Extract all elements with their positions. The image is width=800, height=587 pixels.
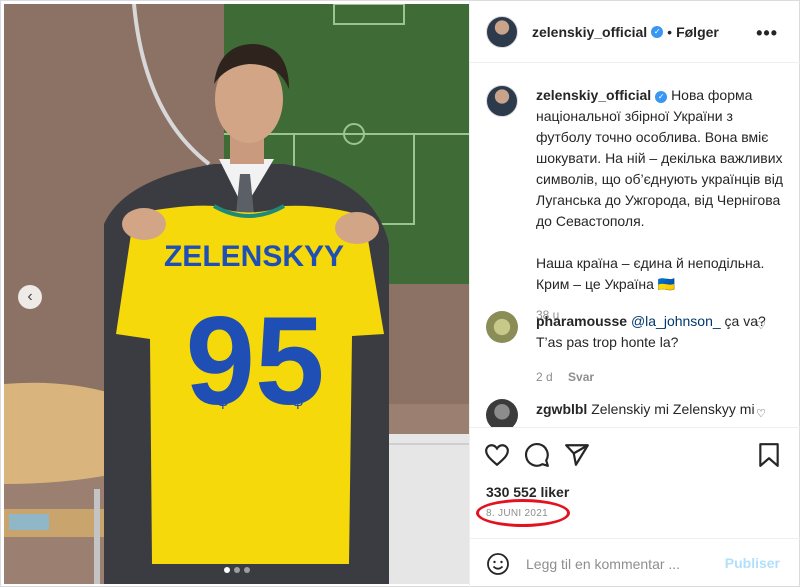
header-separator: •	[667, 23, 673, 40]
comment-item: pharamousse @la_johnson_ ça va? T’as pas…	[486, 311, 786, 388]
heart-icon[interactable]	[484, 442, 510, 468]
heart-icon[interactable]: ♡	[756, 407, 766, 420]
comments-list[interactable]: zelenskiy_official ✓ Нова форма національ…	[470, 63, 800, 427]
carousel-dot[interactable]	[244, 567, 250, 573]
avatar[interactable]	[486, 399, 518, 427]
jersey-number: 95	[185, 292, 324, 431]
chevron-left-icon: ‹	[27, 288, 33, 305]
caption-username[interactable]: zelenskiy_official	[536, 87, 651, 103]
comment-icon[interactable]	[524, 442, 550, 468]
post-header: zelenskiy_official ✓ • Følger •••	[470, 1, 800, 63]
more-icon[interactable]: •••	[756, 23, 778, 44]
comment-item: zgwblbl Zelenskiy mi Zelenskyy mi ♡	[486, 399, 786, 427]
comment-meta: 2 d Svar	[536, 367, 766, 388]
action-icons	[484, 442, 590, 468]
verified-icon: ✓	[655, 91, 668, 103]
header-username[interactable]: zelenskiy_official	[532, 24, 647, 40]
comment-input[interactable]	[526, 555, 716, 572]
caption-text: Нова форма національної збірної України …	[536, 87, 783, 292]
carousel-prev-button[interactable]: ‹	[18, 285, 42, 309]
comment-mention[interactable]: @la_johnson_	[631, 313, 721, 329]
heart-icon[interactable]: ♡	[756, 319, 766, 332]
post-date[interactable]: 8. JUNI 2021	[486, 508, 548, 519]
comment-username[interactable]: zgwblbl	[536, 401, 587, 417]
carousel-dots	[224, 567, 250, 573]
add-comment-bar: Publiser	[470, 538, 800, 587]
avatar[interactable]	[486, 15, 518, 48]
bookmark-icon[interactable]	[756, 442, 782, 468]
publish-button[interactable]: Publiser	[725, 555, 780, 571]
emoji-icon[interactable]	[486, 552, 510, 576]
post-caption: zelenskiy_official ✓ Нова форма національ…	[486, 85, 786, 326]
post-photo[interactable]: Ψ Ψ ZELENSKYY 95 ‹	[4, 4, 469, 584]
jersey-name: ZELENSKYY	[164, 240, 344, 273]
carousel-dot[interactable]	[234, 567, 240, 573]
carousel-dot[interactable]	[224, 567, 230, 573]
follow-button[interactable]: Følger	[676, 24, 719, 40]
comment-username[interactable]: pharamousse	[536, 313, 627, 329]
share-icon[interactable]	[564, 442, 590, 468]
post-frame: Ψ Ψ ZELENSKYY 95 ‹ zelenskiy_official ✓ …	[0, 0, 800, 587]
avatar[interactable]	[486, 311, 518, 343]
post-side-panel: zelenskiy_official ✓ • Følger ••• zelens…	[469, 1, 800, 587]
comment-age[interactable]: 2 d	[536, 370, 553, 384]
reply-button[interactable]: Svar	[568, 370, 594, 384]
likes-count[interactable]: 330 552 liker	[486, 484, 569, 500]
comment-text: Zelenskiy mi Zelenskyy mi	[591, 401, 755, 417]
verified-icon: ✓	[651, 25, 664, 38]
avatar[interactable]	[486, 85, 518, 117]
jersey-print: ZELENSKYY 95	[164, 240, 344, 431]
